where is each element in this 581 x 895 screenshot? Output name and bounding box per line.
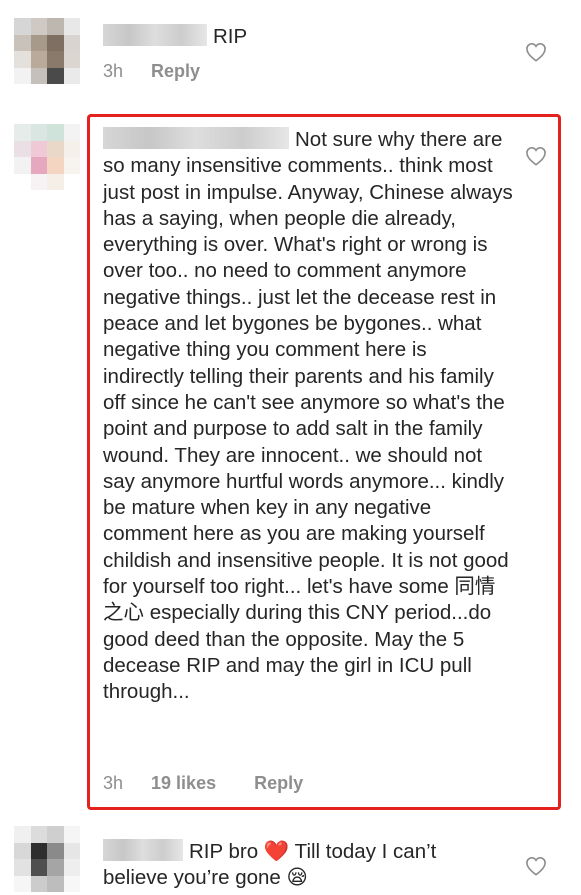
- avatar[interactable]: [14, 124, 80, 190]
- comment-text: RIP: [103, 24, 523, 50]
- heart-outline-icon[interactable]: [525, 146, 547, 166]
- username-blurred[interactable]: [103, 127, 289, 149]
- heart-outline-icon[interactable]: [525, 856, 547, 876]
- heart-outline-icon[interactable]: [525, 42, 547, 62]
- comment-text: RIP bro ❤️ Till today I can’t believe yo…: [103, 839, 437, 890]
- username-blurred[interactable]: [103, 24, 207, 46]
- avatar[interactable]: [14, 826, 80, 892]
- heart-emoji: ❤️: [263, 840, 290, 863]
- comment-text: Not sure why there are so many insensiti…: [103, 127, 513, 704]
- avatar[interactable]: [14, 18, 80, 84]
- likes-count[interactable]: 19 likes: [151, 773, 216, 794]
- reply-button[interactable]: Reply: [151, 61, 200, 82]
- sleepy-face-emoji: 😪: [286, 866, 308, 890]
- reply-button[interactable]: Reply: [254, 773, 303, 794]
- username-blurred[interactable]: [103, 839, 183, 861]
- comment-meta: 3h 19 likes Reply: [103, 773, 303, 794]
- comment-time: 3h: [103, 61, 124, 81]
- comment-meta: 3h Reply: [103, 61, 200, 82]
- comment-time: 3h: [103, 773, 124, 793]
